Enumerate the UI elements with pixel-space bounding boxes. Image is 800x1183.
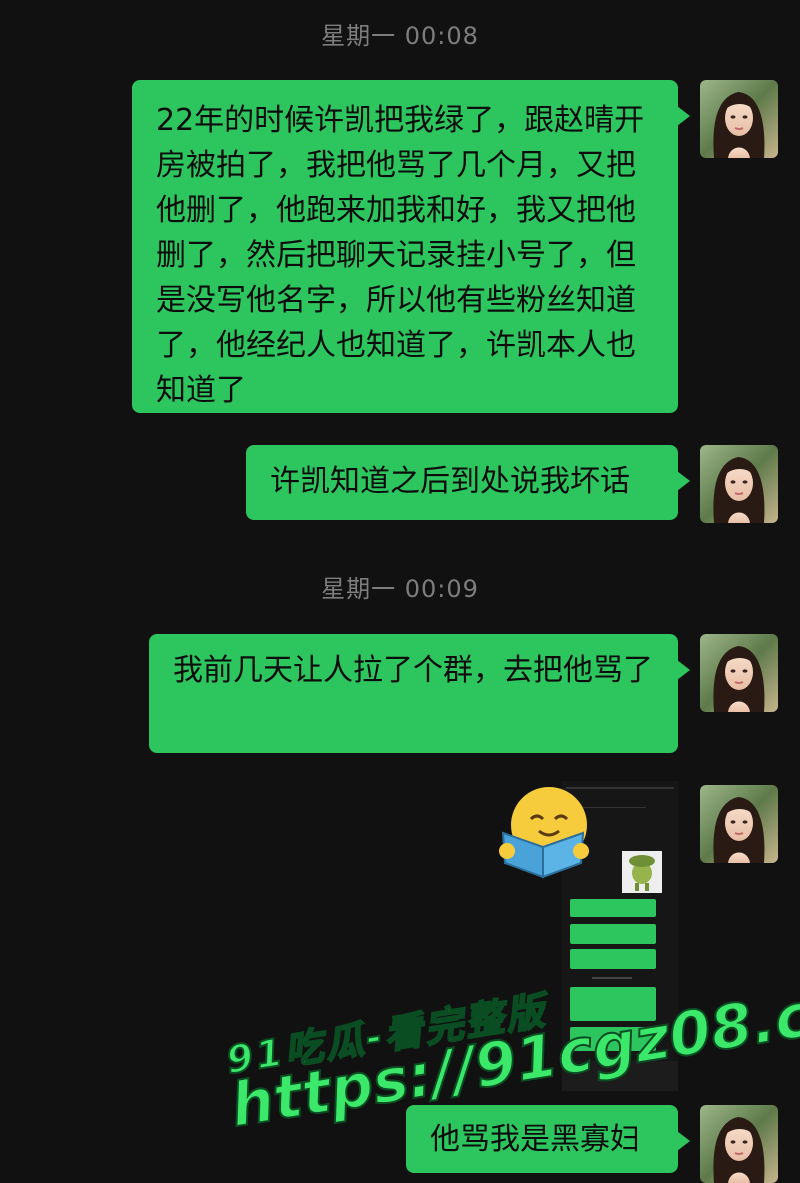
timestamp: 星期一 00:08	[321, 22, 479, 50]
message-row: 许凯知道之后到处说我坏话	[246, 445, 778, 523]
message-row	[700, 785, 778, 863]
avatar-portrait-icon	[700, 634, 778, 712]
avatar-portrait-icon	[700, 445, 778, 523]
message-row: 他骂我是黑寡妇	[406, 1105, 778, 1183]
avatar-portrait-icon	[700, 1105, 778, 1183]
avatar[interactable]	[700, 785, 778, 863]
message-row: 22年的时候许凯把我绿了，跟赵晴开房被拍了，我把他骂了几个月，又把他删了，他跑来…	[132, 80, 778, 413]
avatar-portrait-icon	[700, 785, 778, 863]
reading-emoji-sticker-icon	[499, 787, 589, 879]
message-bubble[interactable]: 22年的时候许凯把我绿了，跟赵晴开房被拍了，我把他骂了几个月，又把他删了，他跑来…	[132, 80, 690, 413]
message-bubble[interactable]: 他骂我是黑寡妇	[406, 1105, 690, 1173]
avatar[interactable]	[700, 634, 778, 712]
avatar[interactable]	[700, 445, 778, 523]
message-bubble[interactable]: 许凯知道之后到处说我坏话	[246, 445, 690, 520]
message-row: 我前几天让人拉了个群，去把他骂了	[149, 634, 778, 753]
plant-sticker-icon	[622, 851, 662, 893]
message-bubble[interactable]: 我前几天让人拉了个群，去把他骂了	[149, 634, 690, 753]
avatar-portrait-icon	[700, 80, 778, 158]
timestamp: 星期一 00:09	[321, 575, 479, 603]
avatar[interactable]	[700, 1105, 778, 1183]
avatar[interactable]	[700, 80, 778, 158]
